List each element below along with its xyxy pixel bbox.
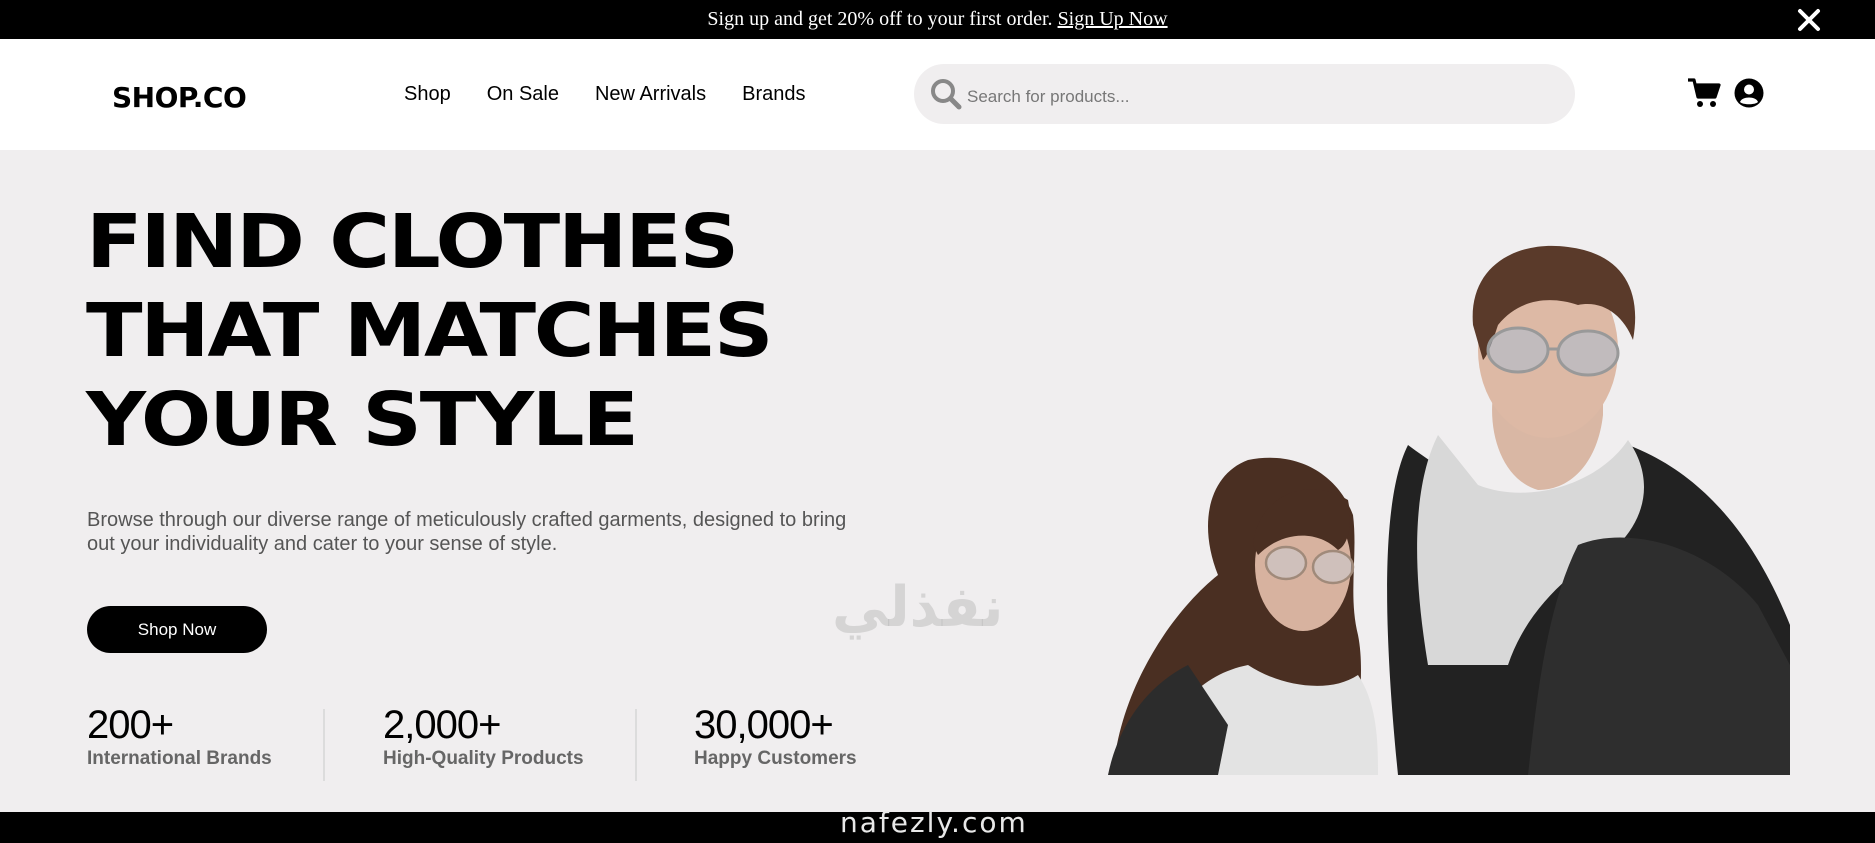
watermark-latin: nafezly.com (840, 806, 1028, 839)
stat-value: 2,000+ (383, 703, 501, 747)
stat-products: 2,000+ High-Quality Products (383, 703, 584, 771)
sign-up-link[interactable]: Sign Up Now (1058, 8, 1168, 31)
stat-value: 30,000+ (694, 703, 834, 747)
nav-brands[interactable]: Brands (742, 83, 805, 106)
stat-value: 200+ (87, 703, 174, 747)
search-bar (914, 64, 1575, 124)
shop-now-button[interactable]: Shop Now (87, 606, 267, 653)
nav-on-sale[interactable]: On Sale (487, 83, 559, 106)
nav-shop[interactable]: Shop (404, 83, 451, 106)
user-circle-icon[interactable] (1734, 78, 1764, 108)
stat-label: Happy Customers (694, 748, 857, 769)
hero-description: Browse through our diverse range of meti… (87, 508, 867, 556)
search-icon[interactable] (929, 77, 963, 111)
description-line-1: Browse through our diverse range of meti… (87, 509, 847, 531)
headline-line-2: THAT MATCHES (86, 288, 774, 374)
nav-new-arrivals[interactable]: New Arrivals (595, 83, 706, 106)
watermark-arabic: نفذلي (832, 575, 1004, 640)
search-input[interactable] (967, 87, 1527, 107)
stat-divider (635, 709, 637, 781)
hero-headline: FIND CLOTHES THAT MATCHES YOUR STYLE (86, 198, 774, 465)
cart-icon[interactable] (1687, 77, 1721, 109)
stat-label: High-Quality Products (383, 748, 584, 769)
stat-customers: 30,000+ Happy Customers (694, 703, 857, 771)
stat-label: International Brands (87, 748, 272, 769)
stat-divider (323, 709, 325, 781)
main-nav: Shop On Sale New Arrivals Brands (404, 83, 842, 106)
close-icon[interactable] (1795, 6, 1823, 34)
logo[interactable]: SHOP.CO (112, 81, 247, 114)
announcement-text: Sign up and get 20% off to your first or… (707, 8, 1053, 30)
stat-brands: 200+ International Brands (87, 703, 272, 771)
headline-line-1: FIND CLOTHES (86, 199, 739, 285)
hero-image (1108, 245, 1790, 775)
description-line-2: out your individuality and cater to your… (87, 533, 558, 555)
headline-line-3: YOUR STYLE (86, 377, 639, 463)
header: SHOP.CO Shop On Sale New Arrivals Brands (0, 39, 1875, 150)
announcement-bar: Sign up and get 20% off to your first or… (0, 0, 1875, 39)
